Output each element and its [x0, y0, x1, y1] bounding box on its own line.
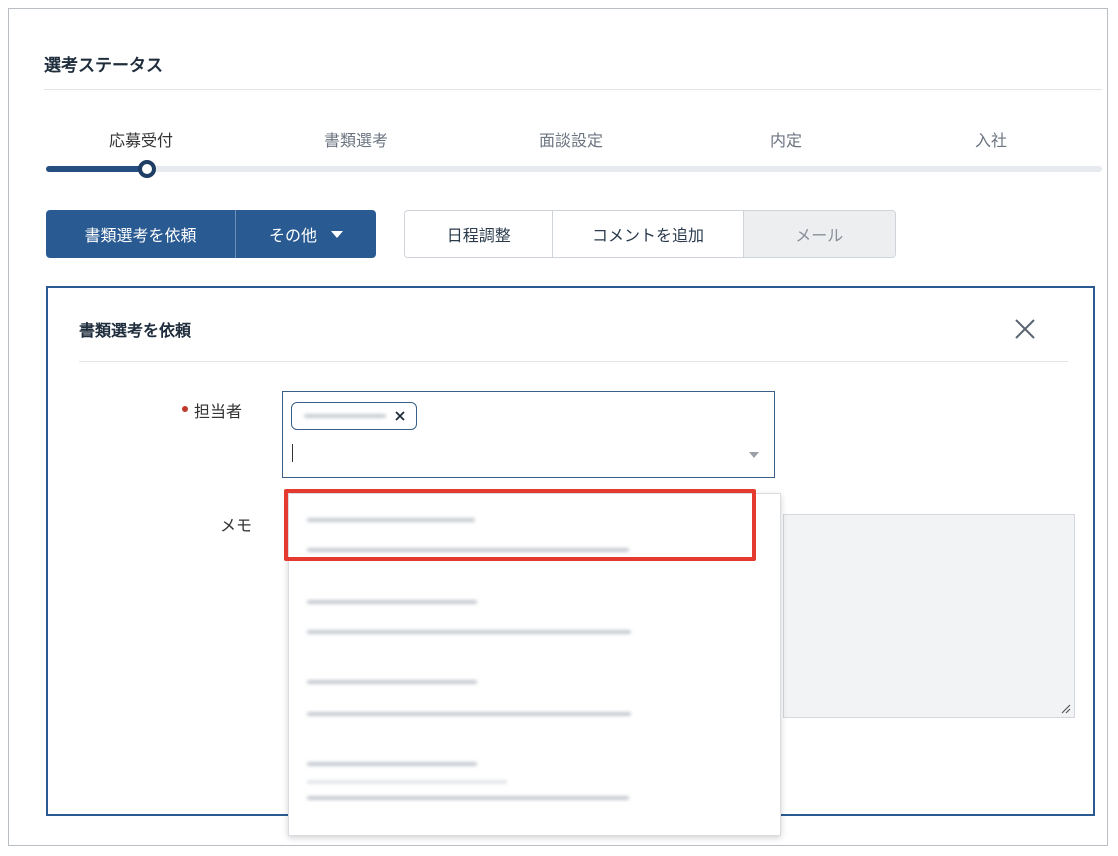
memo-textarea[interactable] — [783, 514, 1075, 718]
request-screening-label: 書類選考を依頼 — [84, 228, 197, 245]
assignee-label: 担当者 — [194, 402, 243, 421]
x-icon[interactable] — [394, 410, 406, 422]
divider — [44, 89, 1102, 90]
chevron-down-icon — [331, 230, 343, 238]
dropdown-option[interactable] — [289, 660, 780, 740]
assignee-select[interactable] — [282, 391, 775, 478]
option-name-redacted — [307, 762, 477, 766]
add-comment-button[interactable]: コメントを追加 — [553, 211, 744, 257]
step-interview-setup[interactable]: 面談設定 — [539, 127, 603, 151]
step-application[interactable]: 応募受付 — [109, 127, 173, 151]
option-email-redacted — [307, 796, 629, 800]
option-email-redacted — [307, 712, 631, 716]
stepper-track — [46, 166, 1102, 172]
mail-label: メール — [795, 226, 844, 245]
selection-status-card: 選考ステータス 応募受付 書類選考 面談設定 内定 入社 書類選考を依頼 その他… — [8, 8, 1108, 846]
assignee-tag-text-redacted — [304, 414, 386, 418]
option-name-redacted — [307, 600, 477, 604]
panel-divider — [79, 361, 1068, 362]
schedule-label: 日程調整 — [446, 226, 511, 245]
option-extra-redacted — [307, 780, 507, 784]
step-offer[interactable]: 内定 — [770, 127, 802, 151]
assignee-tag — [291, 402, 417, 430]
step-joining[interactable]: 入社 — [975, 127, 1007, 151]
step-document-screening[interactable]: 書類選考 — [324, 127, 388, 151]
option-email-redacted — [307, 630, 631, 634]
dropdown-option[interactable] — [289, 740, 780, 820]
chevron-down-icon[interactable] — [749, 452, 759, 458]
request-screening-button[interactable]: 書類選考を依頼 — [46, 210, 235, 258]
add-comment-label: コメントを追加 — [591, 226, 704, 245]
mail-button[interactable]: メール — [743, 211, 895, 257]
other-menu-label: その他 — [268, 228, 317, 245]
panel-title: 書類選考を依頼 — [79, 321, 192, 340]
secondary-action-group: 日程調整 コメントを追加 メール — [404, 210, 896, 258]
memo-label: メモ — [220, 516, 253, 535]
stepper-current-marker — [138, 160, 156, 178]
section-title: 選考ステータス — [44, 56, 163, 76]
text-cursor — [292, 444, 293, 462]
highlight-box — [284, 489, 756, 561]
close-icon[interactable] — [1014, 318, 1036, 340]
resize-handle-icon[interactable] — [1059, 702, 1071, 714]
dropdown-option[interactable] — [289, 578, 780, 658]
required-indicator — [182, 406, 188, 412]
schedule-button[interactable]: 日程調整 — [405, 211, 554, 257]
other-menu-button[interactable]: その他 — [236, 210, 376, 258]
stepper-progress — [46, 166, 146, 172]
option-name-redacted — [307, 680, 477, 684]
